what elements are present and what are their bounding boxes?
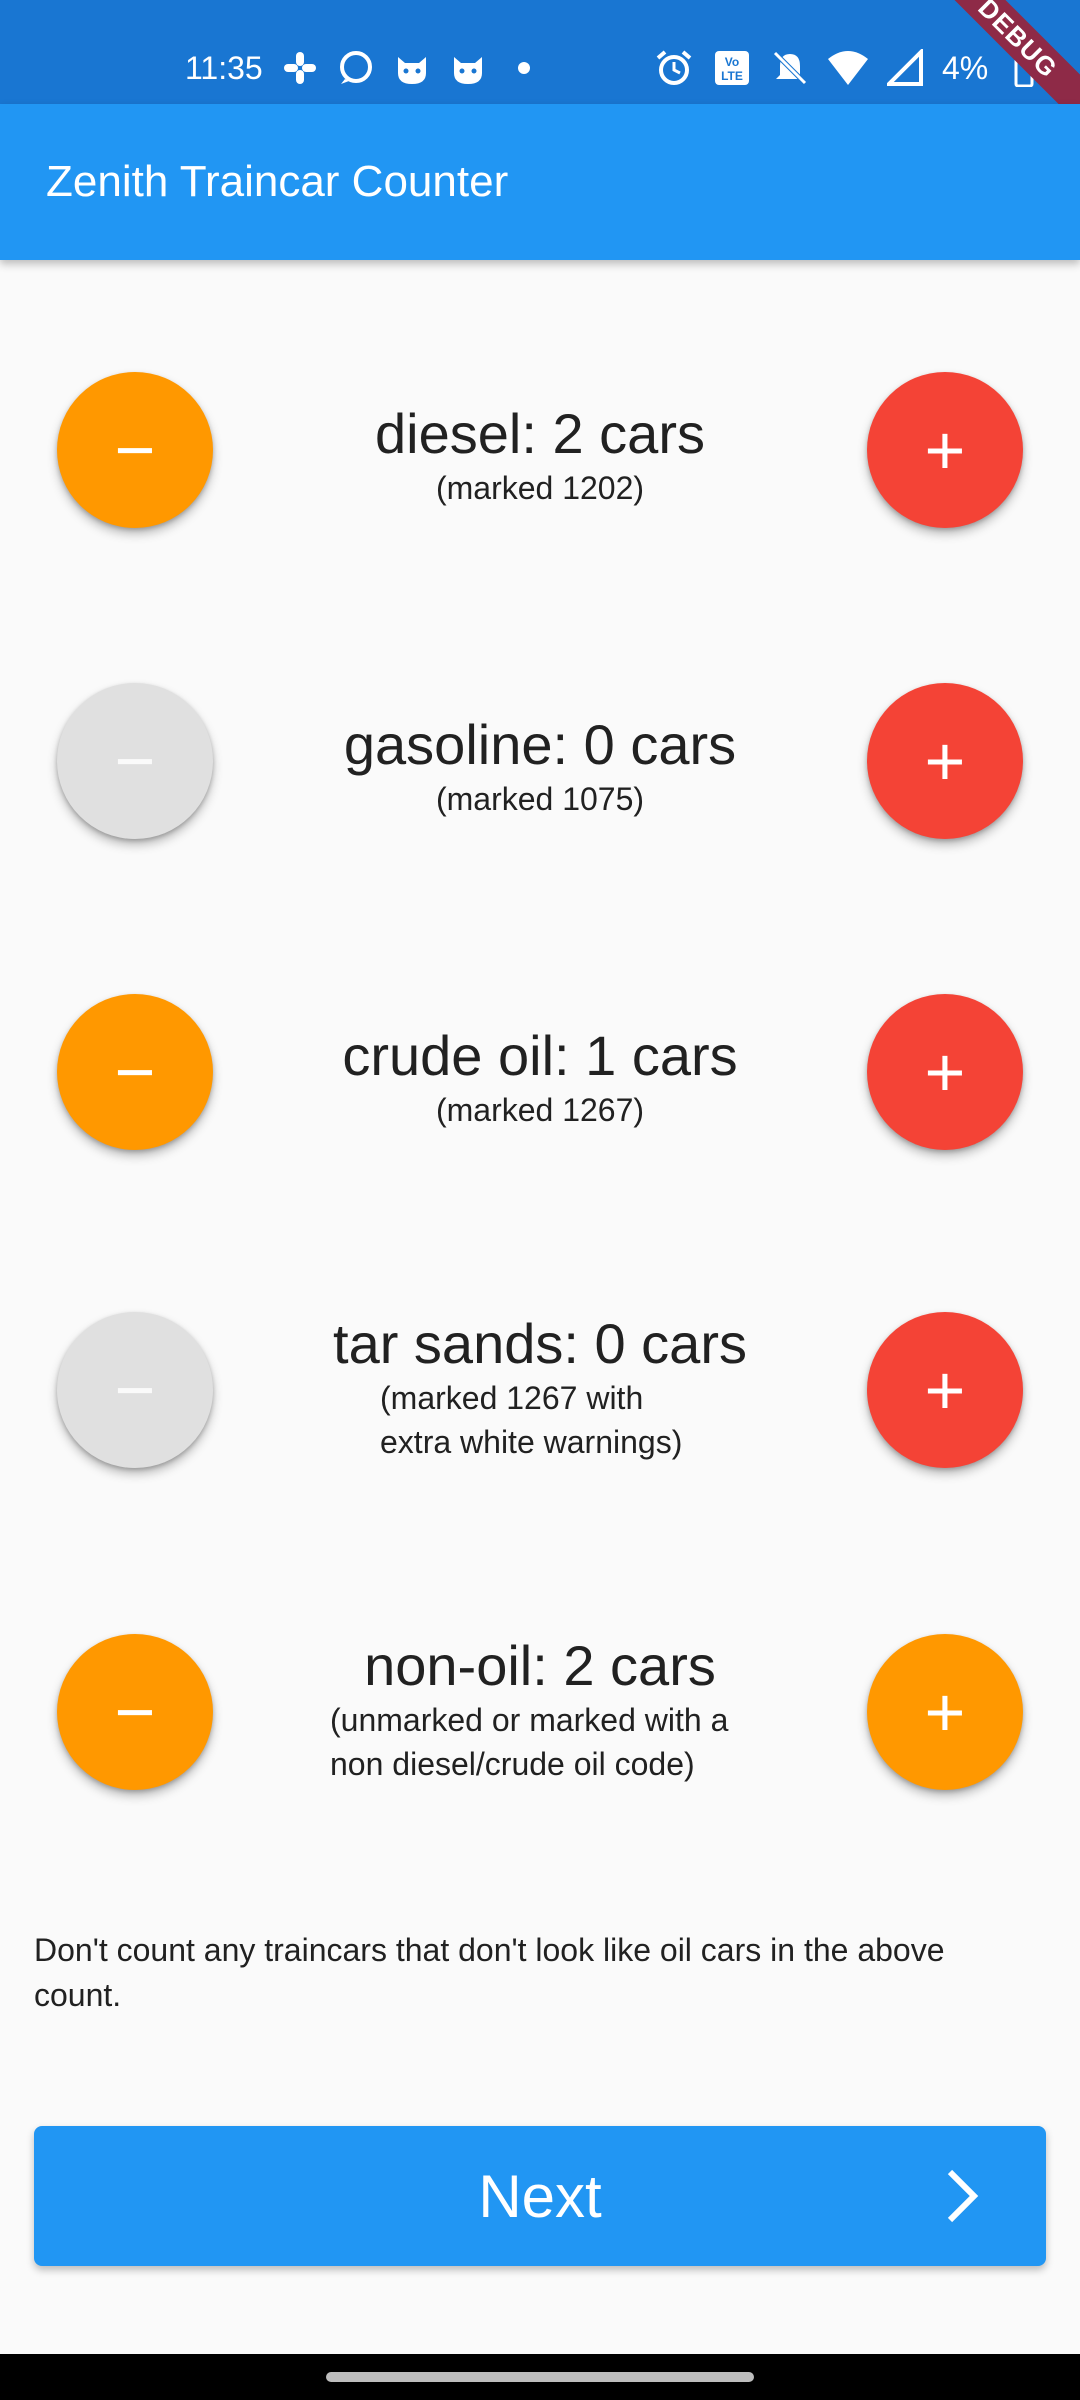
cat-icon xyxy=(446,46,490,90)
volte-icon: Vo LTE xyxy=(710,46,754,90)
increment-button[interactable]: + xyxy=(867,1312,1023,1468)
status-time: 11:35 xyxy=(185,50,263,86)
decrement-button-disabled[interactable]: − xyxy=(57,683,213,839)
cellular-icon xyxy=(884,46,928,90)
chevron-right-icon xyxy=(934,2168,990,2224)
marking-note: (marked 1267) xyxy=(435,1092,645,1128)
marking-note: (marked 1202) xyxy=(435,470,645,506)
decrement-button[interactable]: − xyxy=(57,1634,213,1790)
minus-icon: − xyxy=(114,1033,156,1111)
increment-button[interactable]: + xyxy=(867,994,1023,1150)
plus-icon: + xyxy=(924,1033,966,1111)
status-bar: 11:35 Vo LTE 4% DEBUG xyxy=(0,0,1080,136)
decrement-button[interactable]: − xyxy=(57,372,213,528)
svg-text:Vo: Vo xyxy=(725,55,739,69)
app-bar: Zenith Traincar Counter xyxy=(0,104,1080,260)
plus-icon: + xyxy=(924,411,966,489)
next-button-label: Next xyxy=(478,2162,602,2230)
count-label: diesel: 2 cars xyxy=(375,402,705,465)
battery-percent: 4% xyxy=(942,50,989,86)
wifi-icon xyxy=(826,46,870,90)
count-label: tar sands: 0 cars xyxy=(333,1312,747,1375)
notification-icons xyxy=(278,46,546,90)
system-icons: Vo LTE 4% xyxy=(652,46,1046,90)
plus-icon: + xyxy=(924,1673,966,1751)
minus-icon: − xyxy=(114,1351,156,1429)
instruction-text: Don't count any traincars that don't loo… xyxy=(34,1932,945,2013)
decrement-button-disabled[interactable]: − xyxy=(57,1312,213,1468)
slack-icon xyxy=(278,46,322,90)
dot-icon xyxy=(502,46,546,90)
home-gesture-handle[interactable] xyxy=(326,2372,754,2382)
bell-off-icon xyxy=(768,46,812,90)
plus-icon: + xyxy=(924,1351,966,1429)
count-label: gasoline: 0 cars xyxy=(343,713,737,776)
app-title: Zenith Traincar Counter xyxy=(46,157,509,206)
plus-icon: + xyxy=(924,722,966,800)
count-label: non-oil: 2 cars xyxy=(364,1634,716,1697)
marking-note: (marked 1075) xyxy=(435,781,645,817)
alarm-icon xyxy=(652,46,696,90)
count-label: crude oil: 1 cars xyxy=(342,1024,738,1087)
marking-note: (marked 1267 with extra white warnings) xyxy=(380,1380,683,1460)
increment-button[interactable]: + xyxy=(867,372,1023,528)
marking-note: (unmarked or marked with a non diesel/cr… xyxy=(330,1702,729,1782)
minus-icon: − xyxy=(114,411,156,489)
signal-icon xyxy=(334,46,378,90)
minus-icon: − xyxy=(114,1673,156,1751)
minus-icon: − xyxy=(114,722,156,800)
increment-button[interactable]: + xyxy=(867,1634,1023,1790)
navigation-bar xyxy=(0,2354,1080,2400)
svg-text:LTE: LTE xyxy=(721,69,743,83)
next-button[interactable]: Next xyxy=(34,2126,1046,2266)
increment-button[interactable]: + xyxy=(867,683,1023,839)
decrement-button[interactable]: − xyxy=(57,994,213,1150)
cat-icon xyxy=(390,46,434,90)
